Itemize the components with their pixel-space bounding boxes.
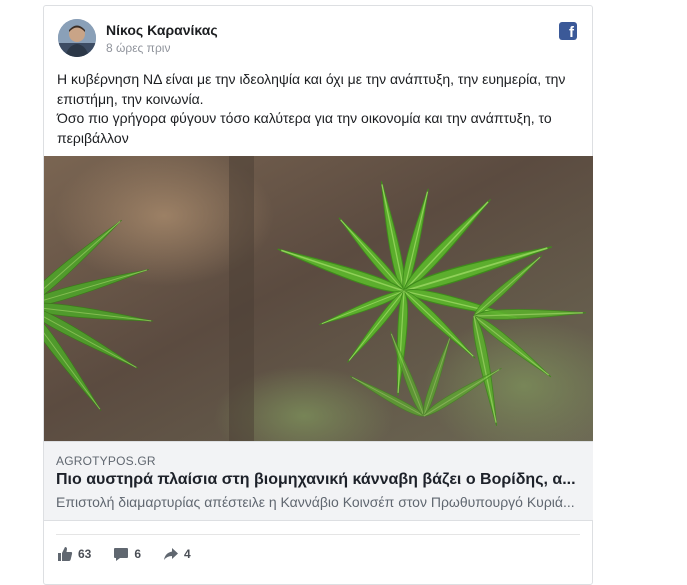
reaction-bar: 63 6 4 (57, 546, 213, 562)
comment-button[interactable]: 6 (113, 546, 141, 562)
like-count: 63 (78, 547, 92, 561)
comment-count: 6 (134, 547, 142, 561)
link-preview[interactable]: AGROTYPOS.GR Πιο αυστηρά πλαίσια στη βιο… (44, 441, 593, 521)
link-preview-image[interactable] (44, 156, 593, 441)
post-timestamp[interactable]: 8 ώρες πριν (106, 41, 170, 55)
comment-icon (113, 546, 129, 562)
link-description: Επιστολή διαμαρτυρίας απέστειλε η Καννάβ… (56, 494, 575, 510)
link-title[interactable]: Πιο αυστηρά πλαίσια στη βιομηχανική κάνν… (56, 471, 576, 489)
post-text-line: Όσο πιο γρήγορα φύγουν τόσο καλύτερα για… (57, 110, 552, 146)
share-icon (163, 546, 179, 562)
share-button[interactable]: 4 (163, 546, 191, 562)
like-button[interactable]: 63 (57, 546, 91, 562)
post-card: Νίκος Καρανίκας 8 ώρες πριν f Η κυβέρνησ… (43, 5, 593, 585)
post-text-line: Η κυβέρνηση ΝΔ είναι με την ιδεοληψία κα… (57, 71, 566, 107)
facebook-icon: f (559, 22, 577, 40)
like-icon (57, 546, 73, 562)
post-text: Η κυβέρνηση ΝΔ είναι με την ιδεοληψία κα… (57, 70, 577, 148)
author-avatar[interactable] (58, 19, 96, 57)
share-count: 4 (184, 547, 191, 561)
link-domain: AGROTYPOS.GR (56, 454, 156, 468)
divider (56, 534, 580, 535)
author-name[interactable]: Νίκος Καρανίκας (106, 22, 218, 38)
